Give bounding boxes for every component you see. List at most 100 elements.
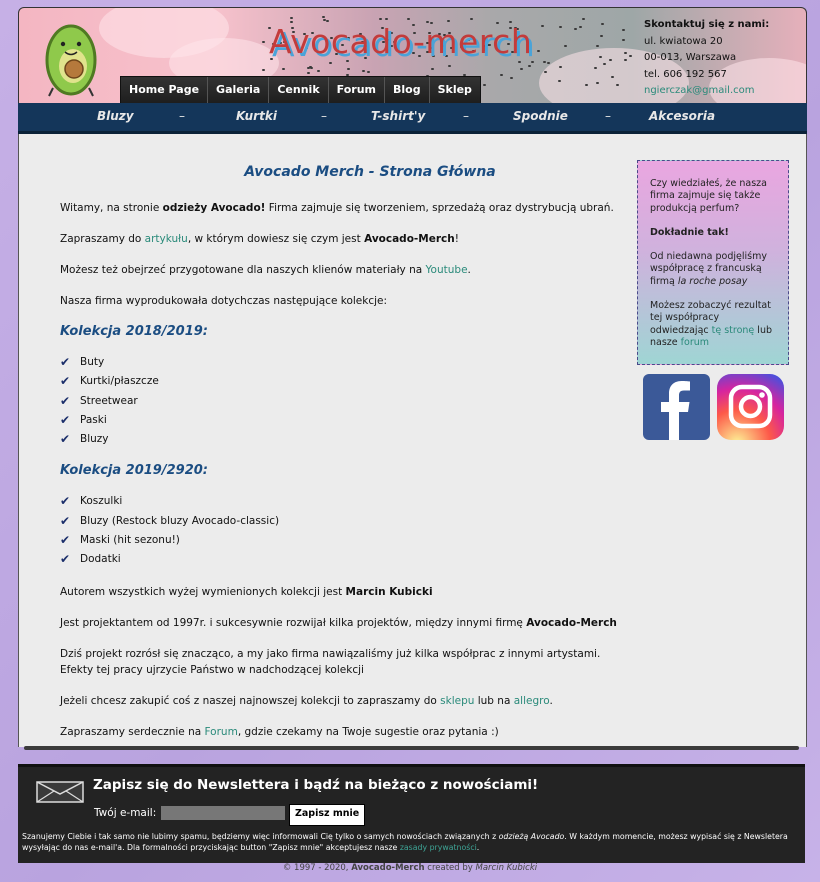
list-item: ✔ Streetwear	[60, 392, 630, 411]
list-item: ✔ Paski	[60, 411, 630, 430]
contact-city: 00-013, Warszawa	[644, 52, 737, 63]
list-item: ✔ Buty	[60, 353, 630, 372]
checkmark-icon: ✔	[60, 552, 71, 567]
item-label: Bluzy	[80, 433, 109, 446]
bird-decoration	[559, 65, 563, 68]
category-bluzy[interactable]: Bluzy	[97, 103, 134, 129]
text: Firma zajmuje się tworzeniem, sprzedażą …	[265, 202, 614, 214]
bird-decoration	[574, 28, 578, 31]
bird-decoration	[361, 69, 365, 72]
nav-forum[interactable]: Forum	[328, 77, 385, 103]
collection-heading: Kolekcja 2018/2019:	[60, 324, 208, 339]
collection-list: ✔ Koszulki ✔ Bluzy (Restock bluzy Avocado-…	[60, 492, 630, 569]
bird-decoration	[448, 65, 452, 68]
article-paragraph: Zapraszamy do artykułu, w którym dowiesz…	[60, 231, 630, 247]
list-item: ✔ Bluzy	[60, 430, 630, 449]
bird-decoration	[517, 61, 521, 64]
bird-decoration	[328, 62, 332, 65]
contact-email-link[interactable]: ngierczak@gmail.com	[644, 83, 769, 100]
bird-decoration	[531, 60, 535, 63]
forum-link[interactable]: Forum	[205, 726, 238, 738]
sidebar-collab: Od niedawna podjęliśmy współpracę z fran…	[650, 251, 776, 288]
checkmark-icon: ✔	[60, 393, 71, 408]
checkmark-icon: ✔	[60, 412, 71, 427]
shop-link[interactable]: sklepu	[440, 695, 474, 707]
bird-decoration	[321, 16, 325, 19]
partner-page-link[interactable]: tę stronę	[712, 325, 755, 336]
sidebar-forum-link[interactable]: forum	[681, 337, 709, 348]
page: Avocado-merch Skontaktuj się z nami: ul.…	[18, 7, 807, 863]
bird-decoration	[622, 29, 626, 32]
checkmark-icon: ✔	[60, 432, 71, 447]
newsletter-disclaimer: Szanujemy Ciebie i tak samo nie lubimy s…	[22, 831, 802, 853]
bird-decoration	[563, 44, 567, 47]
page-title: Avocado Merch - Strona Główna	[244, 164, 496, 180]
bird-decoration	[543, 60, 546, 63]
list-item: ✔ Dodatki	[60, 550, 630, 569]
text: Autorem wszystkich wyżej wymienionych ko…	[60, 585, 346, 598]
text: Jest projektantem od 1997r. i sukcesywni…	[60, 616, 527, 629]
category-bar: Bluzy – Kurtki – T-shirt'y – Spodnie – A…	[18, 103, 807, 134]
text: Witamy, na stronie	[60, 202, 163, 214]
category-spodnie[interactable]: Spodnie	[513, 103, 568, 129]
content-divider	[24, 746, 799, 750]
bird-decoration	[482, 83, 486, 86]
intro-paragraph: Witamy, na stronie odzieży Avocado! Firm…	[60, 200, 630, 216]
bird-decoration	[306, 71, 310, 74]
author-name: Marcin Kubicki	[345, 585, 433, 598]
category-t-shirty[interactable]: T-shirt'y	[371, 103, 425, 129]
bird-decoration	[599, 34, 603, 37]
article-link[interactable]: artykułu	[145, 233, 188, 245]
bird-decoration	[469, 17, 473, 20]
bird-decoration	[309, 65, 313, 68]
newsletter-title: Zapisz się do Newslettera i bądź na bież…	[93, 777, 539, 793]
avocado-logo[interactable]	[41, 14, 101, 98]
bird-decoration	[500, 74, 504, 77]
bird-decoration	[261, 41, 265, 44]
contact-info: Skontaktuj się z nami: ul. kwiatowa 20 0…	[644, 17, 769, 100]
youtube-link[interactable]: Youtube	[426, 264, 468, 276]
bird-decoration	[594, 66, 598, 69]
checkmark-icon: ✔	[60, 533, 71, 548]
text: Zapraszamy serdecznie na	[60, 725, 205, 738]
bird-decoration	[579, 26, 583, 29]
category-akcesoria[interactable]: Akcesoria	[649, 103, 715, 129]
growth-paragraph: Dziś projekt rozrósł się znacząco, a my …	[60, 647, 601, 676]
text: Zapraszamy do	[60, 233, 145, 245]
bird-decoration	[541, 25, 545, 28]
collection-list: ✔ Buty ✔ Kurtki/płaszcze ✔ Streetwear ✔ Pask…	[60, 353, 630, 449]
nav-sklep[interactable]: Sklep	[429, 77, 480, 103]
brand-text: odzieży Avocado!	[162, 202, 266, 214]
nav-home-page[interactable]: Home Page	[121, 77, 209, 103]
brand-text: Avocado-Merch	[526, 616, 617, 629]
text: .	[549, 694, 553, 707]
sidebar-question: Czy wiedziałeś, że nasza firma zajmuje s…	[650, 178, 767, 214]
partner-name: la roche posay	[677, 275, 748, 287]
brand-text: Avocado-Merch	[364, 233, 455, 245]
bird-decoration	[407, 18, 411, 21]
item-label: Koszulki	[80, 495, 123, 508]
item-label: Paski	[80, 413, 107, 426]
instagram-icon[interactable]	[717, 374, 784, 440]
contact-phone: tel. 606 192 567	[644, 68, 727, 80]
nav-blog[interactable]: Blog	[384, 77, 430, 103]
subscribe-button[interactable]: Zapisz mnie	[289, 804, 366, 826]
allegro-link[interactable]: allegro	[514, 695, 550, 707]
bird-decoration	[544, 70, 548, 73]
bird-decoration	[595, 45, 599, 48]
designer-paragraph: Jest projektantem od 1997r. i sukcesywni…	[60, 615, 630, 631]
privacy-policy-link[interactable]: zasady prywatności	[400, 843, 477, 852]
bird-decoration	[317, 70, 321, 73]
sidebar-answer: Dokładnie tak!	[650, 227, 776, 239]
facebook-icon[interactable]	[643, 374, 710, 440]
bird-decoration	[290, 17, 294, 20]
nav-cennik[interactable]: Cennik	[269, 77, 329, 103]
category-kurtki[interactable]: Kurtki	[236, 103, 277, 129]
author-paragraph: Autorem wszystkich wyżej wymienionych ko…	[60, 584, 630, 600]
checkmark-icon: ✔	[60, 355, 71, 369]
email-field[interactable]	[161, 806, 285, 820]
item-label: Kurtki/płaszcze	[80, 375, 159, 388]
category-separator: –	[179, 109, 185, 123]
bird-decoration	[262, 68, 266, 71]
nav-galeria[interactable]: Galeria	[208, 77, 270, 103]
